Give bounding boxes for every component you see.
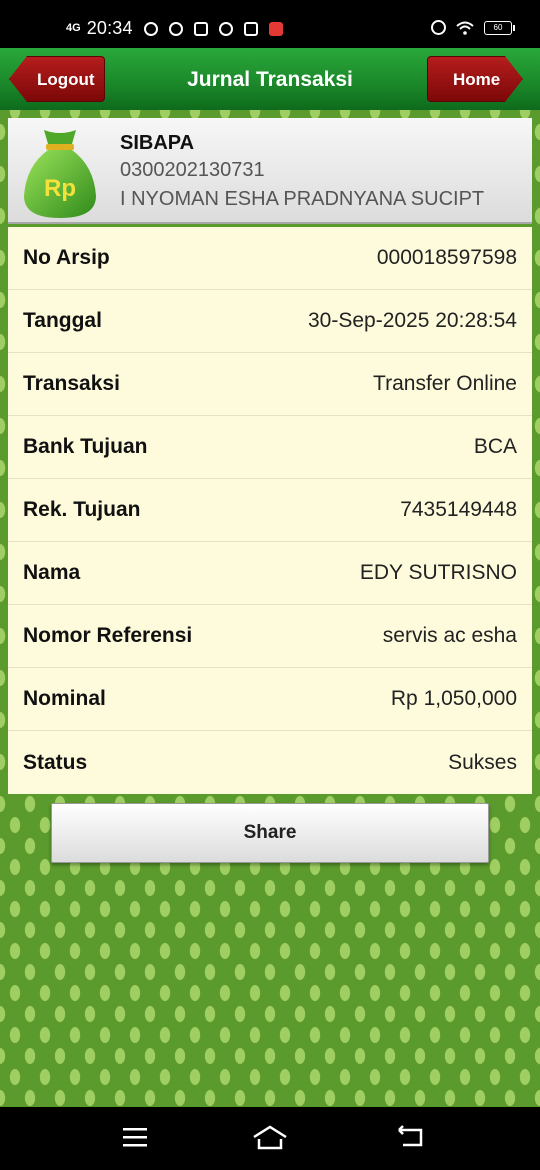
signal-indicator: 4G (66, 22, 81, 34)
wifi-icon (456, 21, 474, 35)
status-bar: 4G 20:34 60 (0, 0, 540, 48)
detail-value: Sukses (448, 750, 517, 774)
transaction-details-table: No Arsip 000018597598 Tanggal 30-Sep-2025 … (8, 227, 532, 794)
system-nav-bar (0, 1107, 540, 1170)
app-icon (218, 21, 233, 36)
detail-value: 000018597598 (376, 246, 517, 269)
account-header: Rp SIBAPA 0300202130731 I NYOMAN ESHA PR… (8, 118, 532, 224)
detail-label: Rek. Tujuan (23, 498, 141, 521)
battery-icon: 60 (484, 20, 515, 35)
detail-row-nama: Nama EDY SUTRISNO (8, 542, 532, 605)
money-bag-icon: Rp (24, 130, 96, 218)
game-icon (168, 21, 183, 36)
detail-value: Transfer Online (373, 372, 517, 395)
wps-icon (268, 21, 283, 36)
detail-row-tanggal: Tanggal 30-Sep-2025 20:28:54 (8, 290, 532, 353)
detail-row-status: Status Sukses (8, 731, 532, 794)
alarm-icon (431, 20, 446, 35)
detail-label: No Arsip (23, 246, 110, 269)
detail-value: Rp 1,050,000 (390, 687, 517, 710)
instagram-icon (193, 21, 208, 36)
detail-label: Bank Tujuan (23, 435, 148, 458)
detail-label: Transaksi (23, 372, 120, 395)
mail-icon (243, 21, 258, 36)
back-icon[interactable] (397, 1125, 425, 1149)
detail-label: Status (23, 750, 88, 774)
share-button[interactable]: Share (51, 803, 489, 863)
detail-row-nominal: Nominal Rp 1,050,000 (8, 668, 532, 731)
account-number: 0300202130731 (120, 159, 265, 181)
home-icon[interactable] (252, 1125, 288, 1151)
detail-label: Nomor Referensi (23, 624, 193, 647)
detail-label: Tanggal (23, 309, 102, 332)
detail-label: Nama (23, 561, 81, 584)
detail-row-bank-tujuan: Bank Tujuan BCA (8, 416, 532, 479)
account-holder-name: I NYOMAN ESHA PRADNYANA SUCIPT (120, 188, 485, 210)
detail-value: 7435149448 (400, 498, 517, 521)
title-bar: Logout Jurnal Transaksi Home (0, 48, 540, 110)
detail-row-nomor-referensi: Nomor Referensi servis ac esha (8, 605, 532, 668)
detail-value: EDY SUTRISNO (359, 561, 517, 584)
whatsapp-icon (143, 21, 158, 36)
detail-row-transaksi: Transaksi Transfer Online (8, 353, 532, 416)
detail-label: Nominal (23, 687, 106, 710)
menu-icon[interactable] (121, 1125, 149, 1149)
detail-row-no-arsip: No Arsip 000018597598 (8, 227, 532, 290)
detail-value: servis ac esha (382, 624, 517, 647)
detail-row-rek-tujuan: Rek. Tujuan 7435149448 (8, 479, 532, 542)
home-button[interactable]: Home (427, 56, 523, 102)
money-bag-label: Rp (44, 175, 76, 202)
app-name: SIBAPA (120, 132, 195, 154)
app-screen: Logout Jurnal Transaksi Home Rp SIBAPA 0… (0, 48, 540, 1107)
status-time: 20:34 (86, 18, 133, 38)
detail-value: BCA (473, 435, 517, 458)
detail-value: 30-Sep-2025 20:28:54 (307, 309, 517, 332)
